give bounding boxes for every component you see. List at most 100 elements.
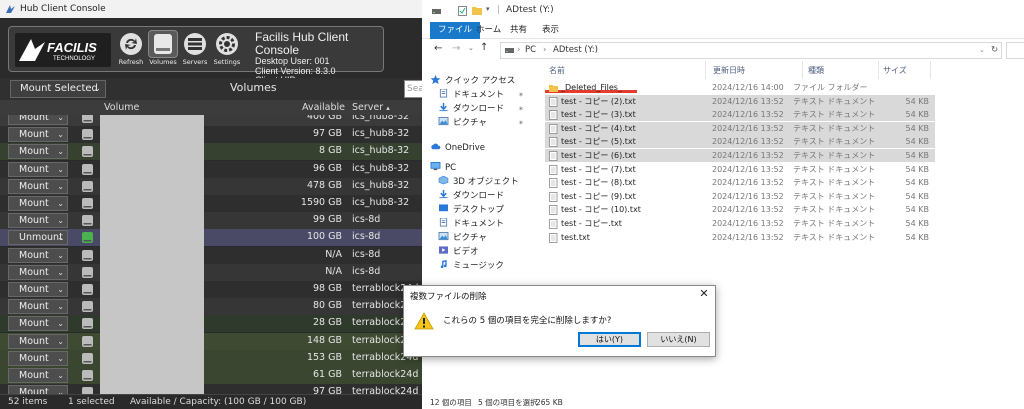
- mount-button[interactable]: Mount ⌄: [8, 213, 68, 229]
- file-row[interactable]: test - コピー (2).txt 2024/12/16 13:52 テキスト ド…: [545, 94, 935, 108]
- nav-item[interactable]: ピクチャ ✶: [438, 116, 524, 130]
- chevron-down-icon[interactable]: ⌄: [57, 180, 64, 193]
- file-row[interactable]: test - コピー (4).txt 2024/12/16 13:52 テキスト ド…: [545, 121, 935, 135]
- file-row[interactable]: test - コピー (6).txt 2024/12/16 13:52 テキスト ド…: [545, 149, 935, 162]
- volume-row[interactable]: Mount ⌄ 153 GB terrablock24d: [0, 349, 422, 367]
- chevron-down-icon[interactable]: ⌄: [57, 231, 64, 244]
- no-button[interactable]: いいえ(N): [647, 332, 710, 347]
- yes-button[interactable]: はい(Y): [578, 332, 641, 347]
- file-row[interactable]: test - コピー.txt 2024/12/16 13:52 テキスト ドキュメン…: [545, 217, 935, 230]
- volume-row[interactable]: Mount ⌄ 28 GB terrablock24d: [0, 315, 422, 333]
- nav-item[interactable]: ピクチャ: [438, 231, 487, 245]
- mount-button[interactable]: Mount ⌄: [8, 115, 68, 125]
- tab-share[interactable]: 共有: [502, 22, 535, 39]
- chevron-down-icon[interactable]: ⌄: [57, 386, 64, 394]
- up-arrow-icon[interactable]: ↑: [480, 42, 488, 53]
- chevron-down-icon[interactable]: ⌄: [57, 197, 64, 210]
- nav-item[interactable]: ダウンロード ✶: [438, 102, 524, 116]
- close-icon[interactable]: ✕: [696, 287, 712, 301]
- nav-item[interactable]: ドキュメント: [438, 217, 504, 231]
- unmount-button[interactable]: Unmount ⌄: [8, 230, 68, 246]
- settings-button[interactable]: Settings: [211, 30, 243, 66]
- mount-button[interactable]: Mount ⌄: [8, 368, 68, 383]
- mount-button[interactable]: Mount ⌄: [8, 385, 68, 394]
- file-row[interactable]: test - コピー (7).txt 2024/12/16 13:52 テキスト ド…: [545, 163, 935, 176]
- mount-button[interactable]: Mount ⌄: [8, 264, 68, 280]
- volume-row[interactable]: Mount ⌄ 1590 GB ics_hub8-32: [0, 195, 422, 212]
- mount-button[interactable]: Mount ⌄: [8, 350, 68, 366]
- column-name[interactable]: 名前: [549, 65, 565, 76]
- tab-view[interactable]: 表示: [534, 22, 567, 39]
- file-row[interactable]: test - コピー (5).txt 2024/12/16 13:52 テキスト ド…: [545, 135, 935, 149]
- nav-item[interactable]: OneDrive: [430, 141, 485, 155]
- folder-row[interactable]: _Deleted_Files_ 2024/12/16 14:00 ファイル フォルダ…: [545, 81, 935, 94]
- chevron-down-icon[interactable]: ⌄: [57, 115, 64, 124]
- mount-button[interactable]: Mount ⌄: [8, 161, 68, 177]
- column-size[interactable]: サイズ: [883, 65, 907, 76]
- column-server[interactable]: Server ▴: [352, 100, 390, 116]
- nav-item[interactable]: PC: [430, 161, 456, 175]
- volume-row[interactable]: Mount ⌄ 400 GB ics_hub8-32: [0, 115, 422, 126]
- chevron-down-icon[interactable]: ⌄: [57, 128, 64, 141]
- nav-item[interactable]: クイック アクセス: [430, 74, 515, 88]
- chevron-down-icon[interactable]: ⌄: [57, 352, 64, 365]
- address-dropdown-icon[interactable]: ⌄: [979, 43, 985, 58]
- volume-row[interactable]: Mount ⌄ 148 GB terrablock24d: [0, 332, 422, 350]
- chevron-down-icon[interactable]: ⌄: [57, 249, 64, 262]
- volumes-button[interactable]: Volumes: [147, 30, 179, 66]
- properties-icon[interactable]: [458, 6, 467, 16]
- address-bar[interactable]: › PC › ADtest (Y:) ⌄ ↻: [500, 42, 1002, 59]
- volume-row[interactable]: Mount ⌄ N/A ics-8d: [0, 246, 422, 264]
- nav-item[interactable]: デスクトップ: [438, 203, 504, 217]
- column-volume[interactable]: Volume: [104, 100, 139, 115]
- nav-item[interactable]: ミュージック: [438, 259, 504, 273]
- nav-item[interactable]: ドキュメント ✶: [438, 88, 524, 102]
- mount-button[interactable]: Mount ⌄: [8, 144, 68, 160]
- volume-row[interactable]: Unmount⌄ADtest100 GBics-8d: [0, 229, 422, 247]
- chevron-down-icon[interactable]: ⌄: [57, 335, 64, 348]
- nav-item[interactable]: ダウンロード: [438, 189, 504, 203]
- chevron-down-icon[interactable]: ⌄: [57, 283, 64, 296]
- recent-dropdown-icon[interactable]: ⌄: [468, 44, 474, 52]
- mount-button[interactable]: Mount ⌄: [8, 196, 68, 211]
- chevron-down-icon[interactable]: ⌄: [57, 317, 64, 330]
- file-row[interactable]: test - コピー (9).txt 2024/12/16 13:52 テキスト ド…: [545, 190, 935, 203]
- column-date[interactable]: 更新日時: [713, 65, 745, 76]
- new-folder-icon[interactable]: [472, 6, 482, 15]
- nav-item[interactable]: 3D オブジェクト: [438, 175, 519, 189]
- mount-button[interactable]: Mount ⌄: [8, 178, 68, 194]
- chevron-down-icon[interactable]: ⌄: [57, 145, 64, 158]
- mount-button[interactable]: Mount ⌄: [8, 299, 68, 315]
- search-input[interactable]: Search: [404, 80, 422, 98]
- column-available[interactable]: Available: [302, 100, 345, 115]
- mount-selected-button[interactable]: Mount Selected ⌄: [10, 80, 106, 98]
- volume-row[interactable]: Mount ⌄ 8 GB ics_hub8-32: [0, 143, 422, 161]
- volume-row[interactable]: Mount ⌄ 61 GB terrablock24d: [0, 367, 422, 384]
- search-box[interactable]: [1006, 42, 1024, 59]
- chevron-down-icon[interactable]: ⌄: [57, 214, 64, 227]
- volume-row[interactable]: Mount ⌄ 80 GB terrablock24d: [0, 298, 422, 316]
- file-row[interactable]: test - コピー (8).txt 2024/12/16 13:52 テキスト ド…: [545, 176, 935, 189]
- forward-arrow-icon[interactable]: →: [452, 43, 460, 54]
- mount-button[interactable]: Mount ⌄: [8, 316, 68, 332]
- chevron-down-icon[interactable]: ⌄: [57, 266, 64, 279]
- column-type[interactable]: 種類: [808, 65, 824, 76]
- quick-access-dropdown-icon[interactable]: ▾: [486, 5, 490, 13]
- refresh-button[interactable]: Refresh: [115, 30, 147, 66]
- volume-row[interactable]: Mount ⌄ N/A ics-8d: [0, 263, 422, 281]
- back-arrow-icon[interactable]: ←: [434, 43, 442, 54]
- file-row[interactable]: test - コピー (10).txt 2024/12/16 13:52 テキスト …: [545, 203, 935, 216]
- refresh-icon[interactable]: ↻: [991, 43, 998, 58]
- mount-button[interactable]: Mount ⌄: [8, 282, 68, 297]
- chevron-down-icon[interactable]: ⌄: [57, 300, 64, 313]
- mount-button[interactable]: Mount ⌄: [8, 127, 68, 143]
- chevron-down-icon[interactable]: ⌄: [57, 369, 64, 382]
- file-row[interactable]: test.txt 2024/12/16 13:52 テキスト ドキュメント 54 KB: [545, 231, 935, 244]
- volume-row[interactable]: Mount ⌄ 478 GB ics_hub8-32: [0, 177, 422, 195]
- volume-row[interactable]: Mount ⌄ 97 GB terrablock24d: [0, 384, 422, 394]
- breadcrumb-drive[interactable]: ADtest (Y:): [553, 43, 598, 58]
- volume-row[interactable]: Mount ⌄ 99 GB ics-8d: [0, 212, 422, 230]
- file-row[interactable]: test - コピー (3).txt 2024/12/16 13:52 テキスト ド…: [545, 108, 935, 122]
- mount-button[interactable]: Mount ⌄: [8, 247, 68, 263]
- volume-row[interactable]: Mount ⌄ 98 GB terrablock24d: [0, 281, 422, 298]
